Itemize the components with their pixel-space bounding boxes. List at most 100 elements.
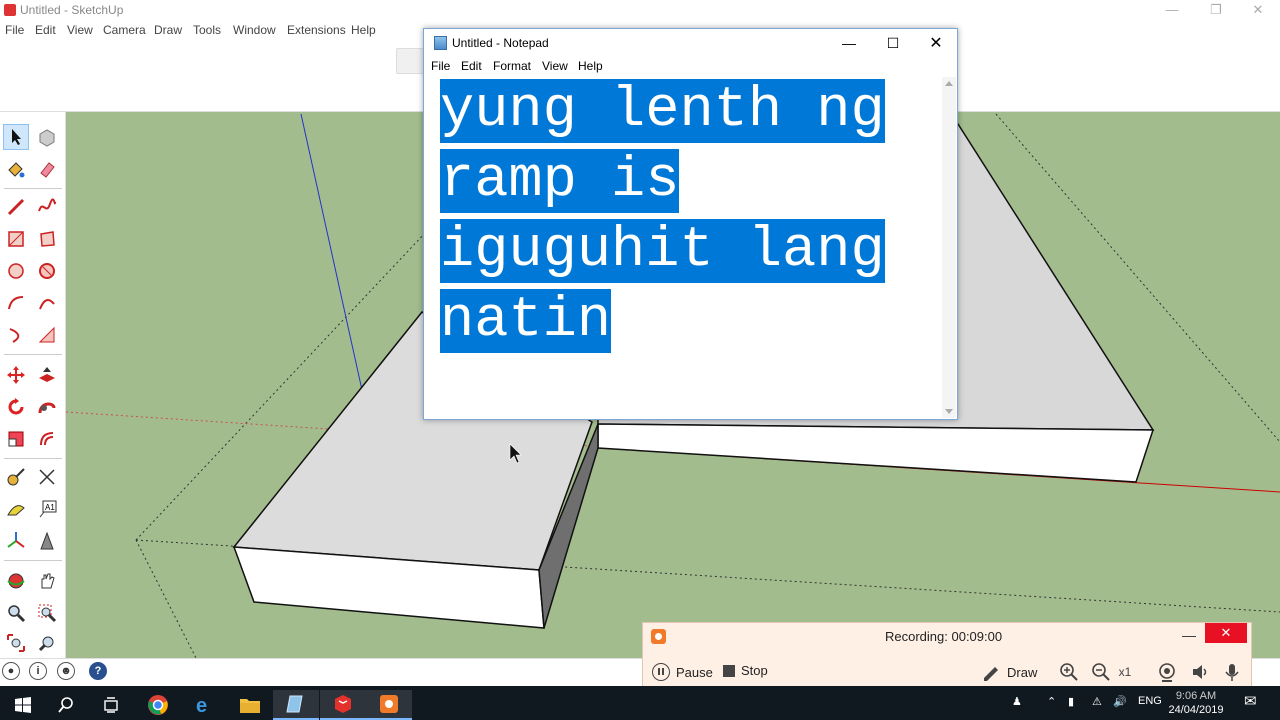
people-icon[interactable]: ♟: [1012, 695, 1022, 708]
rotate-icon[interactable]: [3, 394, 29, 420]
freehand-icon[interactable]: [34, 194, 60, 220]
line-tool-icon[interactable]: [3, 194, 29, 220]
geo-location-icon[interactable]: ●: [2, 662, 20, 680]
menu-help[interactable]: Help: [351, 23, 376, 37]
three-point-arc-icon[interactable]: [3, 322, 29, 348]
zoom-in-icon[interactable]: [1058, 661, 1080, 683]
notepad-vertical-scrollbar[interactable]: [942, 77, 956, 418]
zoom-window-icon[interactable]: [34, 600, 60, 626]
tool-palette: A1: [0, 112, 66, 658]
push-pull-icon[interactable]: [34, 362, 60, 388]
edge-icon[interactable]: e: [181, 690, 227, 720]
notepad-menubar: File Edit Format View Help: [424, 57, 957, 77]
scroll-down-icon[interactable]: [945, 409, 953, 414]
rotated-rectangle-icon[interactable]: [34, 226, 60, 252]
orbit-icon[interactable]: [3, 568, 29, 594]
help-icon[interactable]: ?: [89, 662, 107, 680]
action-center-icon[interactable]: ✉: [1244, 692, 1257, 710]
volume-icon[interactable]: 🔊: [1113, 695, 1127, 708]
pause-button[interactable]: Pause: [652, 663, 713, 681]
notepad-taskbar-icon[interactable]: [273, 690, 319, 720]
np-menu-edit[interactable]: Edit: [461, 59, 482, 73]
zoom-extents-icon[interactable]: [3, 630, 29, 656]
notepad-text-area[interactable]: yung lenth ng ramp is iguguhit lang nati…: [426, 76, 943, 418]
np-menu-help[interactable]: Help: [578, 59, 603, 73]
security-icon[interactable]: ⚠: [1092, 695, 1102, 708]
menu-tools[interactable]: Tools: [193, 23, 221, 37]
pan-icon[interactable]: [34, 568, 60, 594]
text-tool-icon[interactable]: A1: [34, 496, 60, 522]
notepad-window-title: Untitled - Notepad: [452, 36, 549, 50]
speaker-icon[interactable]: [1189, 661, 1211, 683]
clock-date: 24/04/2019: [1168, 704, 1224, 716]
webcam-icon[interactable]: [1156, 661, 1178, 683]
battery-icon[interactable]: ▮: [1068, 695, 1074, 708]
arc-icon[interactable]: [3, 290, 29, 316]
axes-icon[interactable]: [3, 528, 29, 554]
notepad-window: Untitled - Notepad — ☐ ✕ File Edit Forma…: [423, 28, 958, 420]
sketchup-close-button[interactable]: ✕: [1236, 0, 1280, 20]
file-explorer-icon[interactable]: [227, 690, 273, 720]
scroll-up-icon[interactable]: [945, 81, 953, 86]
sketchup-app-icon: [4, 4, 16, 16]
dimension-icon[interactable]: [34, 464, 60, 490]
rectangle-icon[interactable]: [3, 226, 29, 252]
recording-timer: Recording: 00:09:00: [885, 629, 1003, 644]
np-menu-format[interactable]: Format: [493, 59, 531, 73]
np-menu-file[interactable]: File: [431, 59, 450, 73]
scale-icon[interactable]: [3, 426, 29, 452]
tape-measure-icon[interactable]: [3, 464, 29, 490]
menu-extensions[interactable]: Extensions: [287, 23, 346, 37]
move-icon[interactable]: [3, 362, 29, 388]
sketchup-restore-button[interactable]: ❐: [1194, 0, 1238, 20]
make-component-icon[interactable]: [34, 124, 60, 150]
polygon-icon[interactable]: [34, 258, 60, 284]
toolbar-partial-button[interactable]: [396, 48, 424, 74]
notepad-titlebar[interactable]: Untitled - Notepad — ☐ ✕: [424, 29, 957, 57]
np-menu-view[interactable]: View: [542, 59, 568, 73]
offset-icon[interactable]: [34, 426, 60, 452]
follow-me-icon[interactable]: [34, 394, 60, 420]
protractor-icon[interactable]: [3, 496, 29, 522]
stop-button[interactable]: Stop: [723, 663, 768, 678]
text-line: yung lenth ng: [440, 79, 885, 143]
windows-start-icon[interactable]: [0, 690, 46, 720]
microphone-icon[interactable]: [1221, 661, 1243, 683]
pie-icon[interactable]: [34, 322, 60, 348]
menu-file[interactable]: File: [5, 23, 24, 37]
zoom-out-icon[interactable]: [1090, 661, 1112, 683]
user-account-icon[interactable]: ☻: [57, 662, 75, 680]
paint-bucket-icon[interactable]: [3, 156, 29, 182]
svg-text:e: e: [196, 695, 207, 716]
recorder-close-button[interactable]: ✕: [1205, 623, 1247, 643]
system-clock[interactable]: 9:06 AM 24/04/2019: [1160, 689, 1232, 717]
recorder-minimize-button[interactable]: —: [1181, 627, 1197, 645]
select-tool-icon[interactable]: [3, 124, 29, 150]
two-point-arc-icon[interactable]: [34, 290, 60, 316]
clock-time: 9:06 AM: [1175, 690, 1217, 702]
recorder-taskbar-icon[interactable]: [366, 690, 412, 720]
draw-button[interactable]: Draw: [981, 663, 1037, 681]
notepad-minimize-button[interactable]: —: [827, 29, 871, 57]
credits-icon[interactable]: i: [29, 662, 47, 680]
chrome-icon[interactable]: [135, 690, 181, 720]
notepad-close-button[interactable]: ✕: [914, 29, 958, 57]
notepad-maximize-button[interactable]: ☐: [871, 29, 915, 57]
3d-text-icon[interactable]: [34, 528, 60, 554]
input-language[interactable]: ENG: [1138, 695, 1162, 707]
menu-draw[interactable]: Draw: [154, 23, 182, 37]
menu-camera[interactable]: Camera: [103, 23, 146, 37]
zoom-icon[interactable]: [3, 600, 29, 626]
previous-view-icon[interactable]: [34, 630, 60, 656]
task-view-icon[interactable]: [88, 690, 134, 720]
show-hidden-icons[interactable]: ⌃: [1047, 695, 1056, 708]
menu-window[interactable]: Window: [233, 23, 276, 37]
text-line: ramp is: [440, 149, 680, 213]
search-icon[interactable]: [43, 690, 89, 720]
circle-icon[interactable]: [3, 258, 29, 284]
menu-view[interactable]: View: [67, 23, 93, 37]
sketchup-minimize-button[interactable]: —: [1150, 0, 1194, 20]
sketchup-taskbar-icon[interactable]: [320, 690, 366, 720]
menu-edit[interactable]: Edit: [35, 23, 56, 37]
eraser-icon[interactable]: [34, 156, 60, 182]
